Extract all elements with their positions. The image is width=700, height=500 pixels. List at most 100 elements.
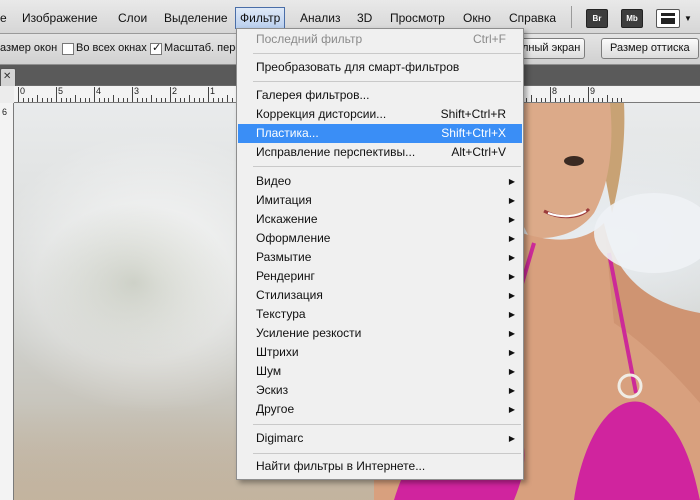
- menu-item-brush-strokes[interactable]: Штрихи ▶: [238, 343, 522, 362]
- menu-item-artistic[interactable]: Имитация ▶: [238, 191, 522, 210]
- ruler-tick: [559, 98, 561, 102]
- filter-menu: Последний фильтр Ctrl+F Преобразовать для…: [236, 28, 524, 480]
- submenu-arrow-icon: ▶: [508, 434, 515, 443]
- menu-item-blur[interactable]: Размытие ▶: [238, 248, 522, 267]
- ruler-tick: [208, 87, 209, 102]
- menu-window[interactable]: Окно: [463, 10, 491, 26]
- menu-separator: [253, 81, 521, 82]
- mini-bridge-icon[interactable]: Mb: [621, 9, 643, 28]
- submenu-arrow-icon: ▶: [508, 310, 515, 319]
- ruler-tick: [127, 98, 129, 102]
- ruler-tick: [535, 98, 537, 102]
- submenu-arrow-icon: ▶: [508, 215, 515, 224]
- menu-item-other[interactable]: Другое ▶: [238, 400, 522, 419]
- ruler-tick: [526, 98, 528, 102]
- submenu-arrow-icon: ▶: [508, 386, 515, 395]
- submenu-arrow-icon: ▶: [508, 253, 515, 262]
- submenu-arrow-icon: ▶: [508, 348, 515, 357]
- ruler-origin[interactable]: [0, 86, 15, 104]
- menu-image[interactable]: Изображение: [22, 10, 98, 26]
- submenu-arrow-icon: ▶: [508, 196, 515, 205]
- menu-separator: [253, 424, 521, 425]
- chevron-down-icon[interactable]: ▼: [684, 11, 692, 27]
- ruler-tick: [611, 98, 613, 102]
- ruler-tick: [607, 95, 608, 102]
- menu-layers[interactable]: Слои: [118, 10, 147, 26]
- menu-item-browse-filters-online[interactable]: Найти фильтры в Интернете...: [238, 457, 522, 476]
- ruler-tick: [122, 98, 124, 102]
- menu-item-texture[interactable]: Текстура ▶: [238, 305, 522, 324]
- menu-item-pixelate[interactable]: Оформление ▶: [238, 229, 522, 248]
- print-size-button[interactable]: Размер оттиска: [601, 38, 699, 59]
- menu-item-stylize[interactable]: Стилизация ▶: [238, 286, 522, 305]
- ruler-tick: [46, 98, 48, 102]
- menu-separator: [253, 53, 521, 54]
- ruler-tick: [79, 98, 81, 102]
- ruler-label: 6: [2, 107, 8, 117]
- menubar-divider: [571, 6, 572, 28]
- ruler-tick: [203, 98, 205, 102]
- ruler-tick: [18, 87, 19, 102]
- close-icon[interactable]: ✕: [3, 69, 11, 85]
- ruler-tick: [141, 98, 143, 102]
- ruler-tick: [588, 87, 589, 102]
- menu-edit[interactable]: e: [0, 10, 7, 26]
- menu-analysis[interactable]: Анализ: [300, 10, 341, 26]
- ruler-tick: [550, 87, 551, 102]
- ruler-tick: [578, 98, 580, 102]
- ruler-tick: [27, 98, 29, 102]
- all-windows-checkbox[interactable]: [62, 43, 74, 55]
- menu-3d[interactable]: 3D: [357, 10, 372, 26]
- ruler-tick: [75, 95, 76, 102]
- menu-item-liquify[interactable]: Пластика... Shift+Ctrl+X: [238, 124, 522, 143]
- menu-item-lens-correction[interactable]: Коррекция дисторсии... Shift+Ctrl+R: [238, 105, 522, 124]
- ruler-tick: [151, 95, 152, 102]
- ruler-tick: [51, 98, 53, 102]
- ruler-tick: [89, 98, 91, 102]
- menu-item-filter-gallery[interactable]: Галерея фильтров...: [238, 86, 522, 105]
- submenu-arrow-icon: ▶: [508, 367, 515, 376]
- menu-select[interactable]: Выделение: [164, 10, 228, 26]
- ruler-tick: [160, 98, 162, 102]
- ruler-tick: [132, 87, 133, 102]
- check-icon: ✓: [152, 42, 162, 54]
- ruler-tick: [103, 98, 105, 102]
- menu-item-convert-smart-filters[interactable]: Преобразовать для смарт-фильтров: [238, 58, 522, 77]
- bridge-icon[interactable]: Br: [586, 9, 608, 28]
- menu-filter[interactable]: Фильтр: [235, 7, 286, 29]
- fill-screen-button[interactable]: лный экран: [517, 38, 585, 59]
- ruler-tick: [222, 98, 224, 102]
- menu-item-sketch[interactable]: Эскиз ▶: [238, 381, 522, 400]
- ruler-label: 8: [552, 86, 558, 96]
- menu-help[interactable]: Справка: [509, 10, 556, 26]
- ruler-tick: [212, 98, 214, 102]
- submenu-arrow-icon: ▶: [508, 272, 515, 281]
- vertical-ruler[interactable]: 6: [0, 103, 14, 500]
- menu-view[interactable]: Просмотр: [390, 10, 445, 26]
- ruler-tick: [564, 98, 566, 102]
- menu-item-sharpen[interactable]: Усиление резкости ▶: [238, 324, 522, 343]
- all-windows-label: Во всех окнах: [76, 42, 147, 54]
- document-tab[interactable]: ✕: [0, 68, 16, 86]
- ruler-tick: [597, 98, 599, 102]
- ruler-tick: [179, 98, 181, 102]
- ruler-tick: [227, 95, 228, 102]
- submenu-arrow-icon: ▶: [508, 291, 515, 300]
- ruler-label: 4: [96, 86, 102, 96]
- menu-item-render[interactable]: Рендеринг ▶: [238, 267, 522, 286]
- view-extras-icon[interactable]: [656, 9, 680, 28]
- menu-separator: [253, 453, 521, 454]
- menu-item-video[interactable]: Видео ▶: [238, 172, 522, 191]
- scrubby-zoom-checkbox[interactable]: ✓: [150, 42, 162, 55]
- ruler-tick: [554, 98, 556, 102]
- menu-item-distort[interactable]: Искажение ▶: [238, 210, 522, 229]
- ruler-tick: [189, 95, 190, 102]
- menu-item-noise[interactable]: Шум ▶: [238, 362, 522, 381]
- ruler-tick: [193, 98, 195, 102]
- submenu-arrow-icon: ▶: [508, 329, 515, 338]
- menu-item-last-filter[interactable]: Последний фильтр Ctrl+F: [238, 30, 522, 49]
- ruler-tick: [545, 98, 547, 102]
- ruler-tick: [146, 98, 148, 102]
- menu-item-digimarc[interactable]: Digimarc ▶: [238, 429, 522, 448]
- menu-item-vanishing-point[interactable]: Исправление перспективы... Alt+Ctrl+V: [238, 143, 522, 162]
